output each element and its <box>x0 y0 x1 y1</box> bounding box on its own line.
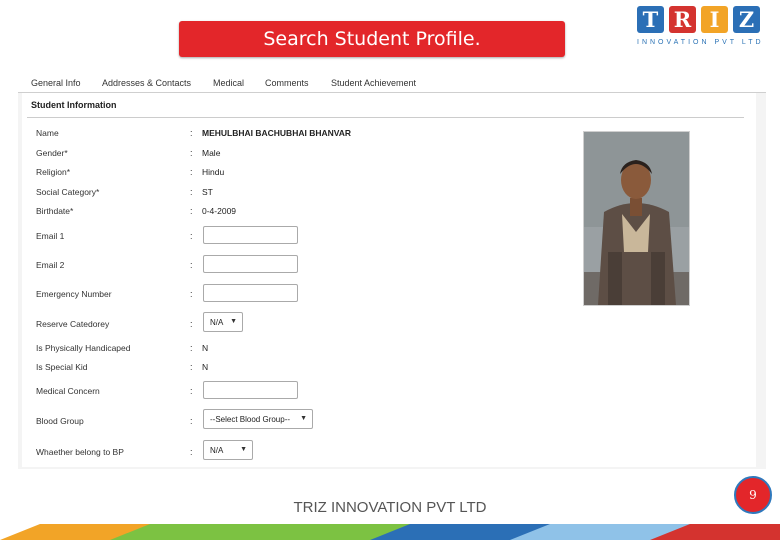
tab-student-achievement[interactable]: Student Achievement <box>331 78 416 88</box>
reserve-category-selected: N/A <box>210 318 224 327</box>
footer-company-name: TRIZ INNOVATION PVT LTD <box>293 499 487 516</box>
belong-to-bp-selected: N/A <box>210 446 224 455</box>
logo-letter-i: I <box>701 6 728 33</box>
field-row-blood-group: Blood Group : --Select Blood Group-- ▼ <box>22 409 582 436</box>
reserve-category-select[interactable]: N/A ▼ <box>203 312 243 332</box>
chevron-down-icon: ▼ <box>300 415 307 422</box>
chevron-down-icon: ▼ <box>240 446 247 453</box>
page-number-badge: 9 <box>734 476 772 514</box>
colon: : <box>190 289 193 299</box>
medical-concern-label: Medical Concern <box>36 386 100 396</box>
reserve-category-label: Reserve Catedorey <box>36 319 110 329</box>
profile-tabs: General Info Addresses & Contacts Medica… <box>18 73 766 93</box>
field-row-gender: Gender* : Male <box>22 148 582 168</box>
religion-label: Religion* <box>36 167 71 177</box>
colon: : <box>190 206 193 216</box>
field-row-reserve-category: Reserve Catedorey : N/A ▼ <box>22 312 582 339</box>
emergency-number-label: Emergency Number <box>36 289 112 299</box>
colon: : <box>190 447 193 457</box>
colon: : <box>190 416 193 426</box>
field-row-name: Name : MEHULBHAI BACHUBHAI BHANVAR <box>22 128 582 148</box>
email2-input[interactable] <box>203 255 298 273</box>
field-row-email2: Email 2 : <box>22 255 582 280</box>
blood-group-select[interactable]: --Select Blood Group-- ▼ <box>203 409 313 429</box>
colon: : <box>190 128 193 138</box>
name-value: MEHULBHAI BACHUBHAI BHANVAR <box>202 128 352 138</box>
field-row-medical-concern: Medical Concern : <box>22 381 582 406</box>
triz-logo: T R I Z INNOVATION PVT LTD <box>637 6 773 50</box>
email1-input[interactable] <box>203 226 298 244</box>
name-label: Name <box>36 128 59 138</box>
physically-handicaped-label: Is Physically Handicaped <box>36 343 131 353</box>
field-row-belong-to-bp: Whaether belong to BP : N/A ▼ <box>22 440 582 467</box>
colon: : <box>190 148 193 158</box>
student-photo <box>583 131 690 306</box>
emergency-number-input[interactable] <box>203 284 298 302</box>
slide-title-banner: Search Student Profile. <box>179 21 565 57</box>
logo-tagline: INNOVATION PVT LTD <box>637 39 764 46</box>
special-kid-label: Is Special Kid <box>36 362 88 372</box>
tab-medical[interactable]: Medical <box>213 78 244 88</box>
physically-handicaped-value: N <box>202 343 209 353</box>
field-row-birthdate: Birthdate* : 0-4-2009 <box>22 206 582 226</box>
blood-group-selected: --Select Blood Group-- <box>210 415 291 424</box>
birthdate-value: 0-4-2009 <box>202 206 237 216</box>
colon: : <box>190 362 193 372</box>
social-category-label: Social Category* <box>36 187 100 197</box>
field-row-physically-handicaped: Is Physically Handicaped : N <box>22 343 582 363</box>
tab-comments[interactable]: Comments <box>265 78 309 88</box>
section-divider <box>27 117 744 118</box>
colon: : <box>190 231 193 241</box>
logo-letter-z: Z <box>733 6 760 33</box>
tab-general-info[interactable]: General Info <box>31 78 81 88</box>
logo-letter-t: T <box>637 6 664 33</box>
special-kid-value: N <box>202 362 209 372</box>
field-row-emergency-number: Emergency Number : <box>22 284 582 309</box>
blood-group-label: Blood Group <box>36 416 84 426</box>
footer-color-stripe <box>0 524 780 540</box>
field-row-religion: Religion* : Hindu <box>22 167 582 187</box>
section-title: Student Information <box>31 100 117 110</box>
colon: : <box>190 386 193 396</box>
field-row-email1: Email 1 : <box>22 226 582 251</box>
logo-tiles: T R I Z <box>637 6 773 33</box>
colon: : <box>190 319 193 329</box>
belong-to-bp-label: Whaether belong to BP <box>36 447 124 457</box>
logo-letter-r: R <box>669 6 696 33</box>
chevron-down-icon: ▼ <box>230 318 237 325</box>
email1-label: Email 1 <box>36 231 65 241</box>
page-number: 9 <box>749 488 757 502</box>
student-photo-image <box>584 132 689 305</box>
medical-concern-input[interactable] <box>203 381 298 399</box>
colon: : <box>190 167 193 177</box>
gender-value: Male <box>202 148 221 158</box>
social-category-value: ST <box>202 187 213 197</box>
colon: : <box>190 187 193 197</box>
religion-value: Hindu <box>202 167 225 177</box>
tab-addresses-contacts[interactable]: Addresses & Contacts <box>102 78 191 88</box>
colon: : <box>190 343 193 353</box>
colon: : <box>190 260 193 270</box>
email2-label: Email 2 <box>36 260 65 270</box>
slide-title: Search Student Profile. <box>263 28 481 50</box>
field-row-special-kid: Is Special Kid : N <box>22 362 582 382</box>
field-row-social-category: Social Category* : ST <box>22 187 582 207</box>
birthdate-label: Birthdate* <box>36 206 74 216</box>
gender-label: Gender* <box>36 148 68 158</box>
belong-to-bp-select[interactable]: N/A ▼ <box>203 440 253 460</box>
